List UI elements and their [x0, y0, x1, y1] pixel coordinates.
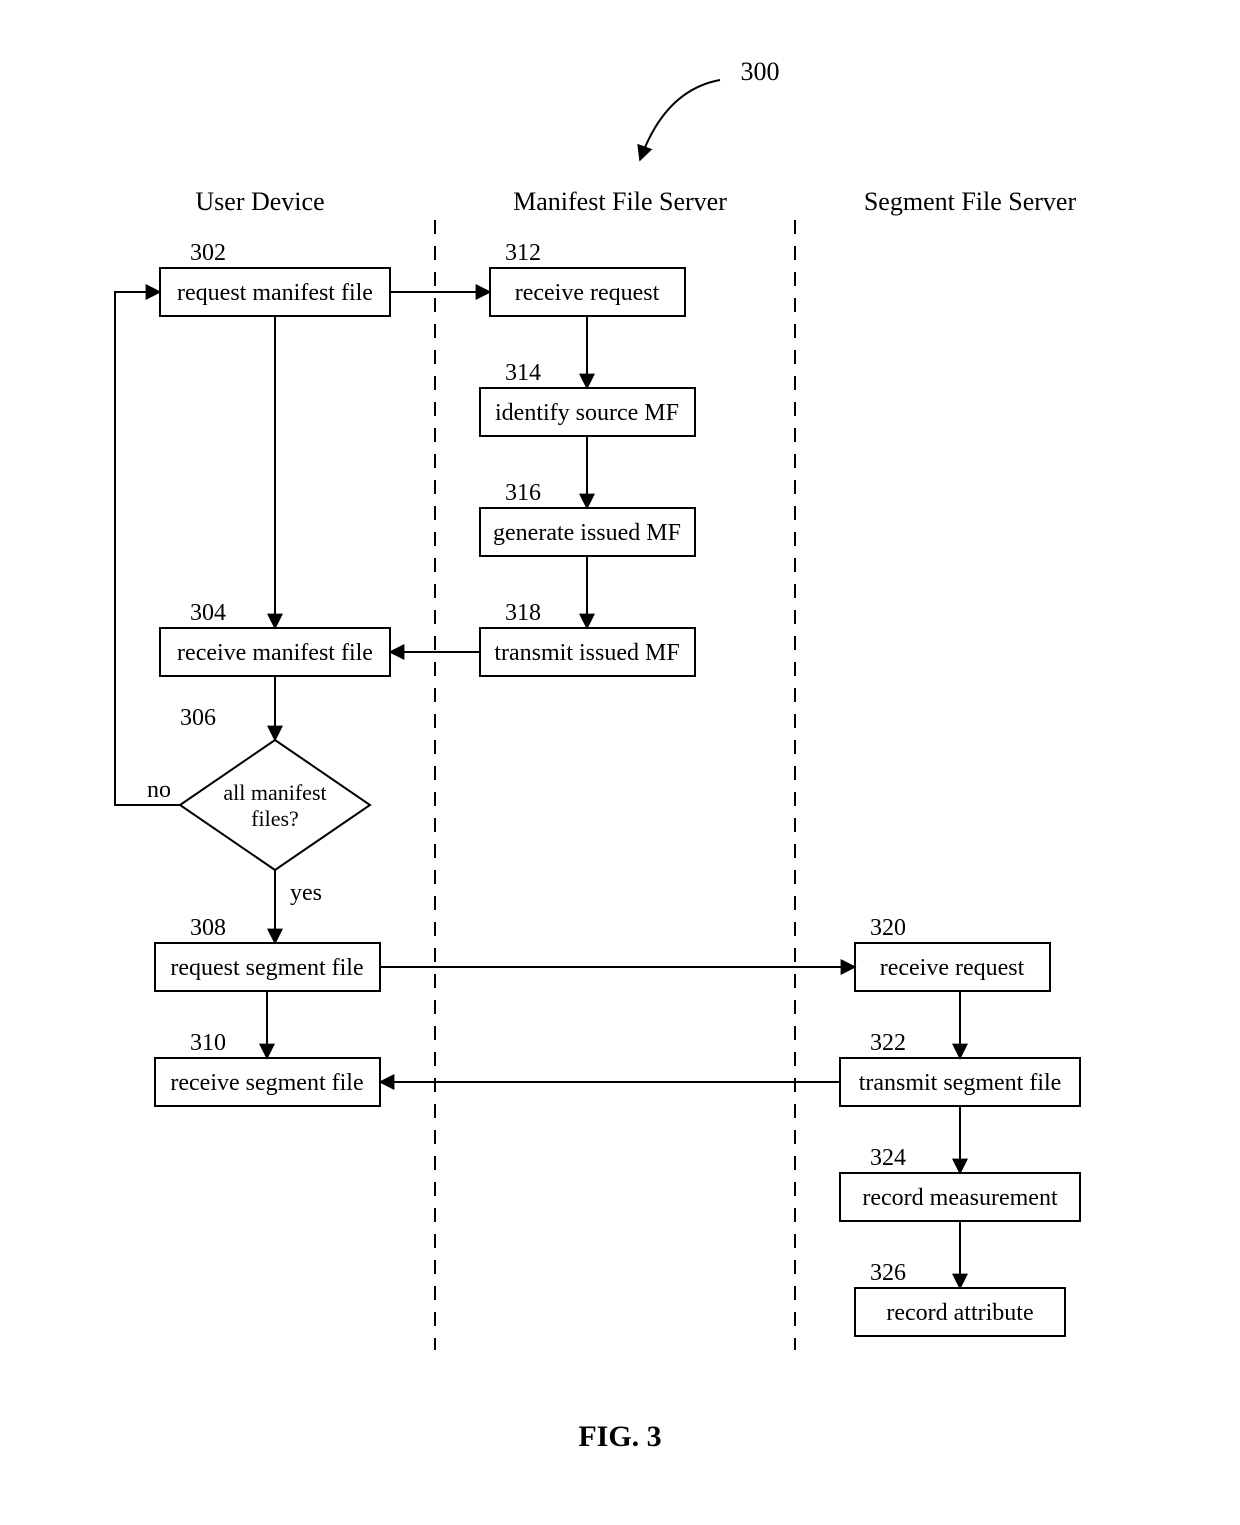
- node-label-310: receive segment file: [170, 1070, 363, 1096]
- lane-header-mfs: Manifest File Server: [513, 187, 727, 216]
- node-label-322: transmit segment file: [859, 1070, 1062, 1096]
- node-label-316: generate issued MF: [493, 520, 681, 546]
- node-num-302: 302: [190, 240, 226, 266]
- node-num-320: 320: [870, 915, 906, 941]
- node-label-306-line1: all manifest: [223, 780, 326, 805]
- node-label-324: record measurement: [862, 1185, 1058, 1211]
- node-num-310: 310: [190, 1030, 226, 1056]
- node-num-304: 304: [190, 600, 226, 626]
- node-label-302: request manifest file: [177, 280, 373, 306]
- node-num-324: 324: [870, 1145, 906, 1171]
- node-label-312: receive request: [515, 280, 660, 306]
- node-num-316: 316: [505, 480, 541, 506]
- node-label-306-line2: files?: [251, 806, 299, 831]
- node-label-318: transmit issued MF: [494, 640, 679, 666]
- node-label-308: request segment file: [170, 955, 363, 981]
- node-label-326: record attribute: [886, 1300, 1033, 1326]
- edge-label-no: no: [147, 777, 171, 803]
- node-label-320: receive request: [880, 955, 1025, 981]
- lane-header-user: User Device: [195, 187, 324, 216]
- node-num-322: 322: [870, 1030, 906, 1056]
- figure-caption: FIG. 3: [0, 1420, 1240, 1454]
- node-306: [180, 740, 370, 870]
- node-num-306: 306: [180, 705, 216, 731]
- figure-number: 300: [741, 57, 780, 86]
- node-num-314: 314: [505, 360, 541, 386]
- node-label-314: identify source MF: [495, 400, 679, 426]
- node-num-318: 318: [505, 600, 541, 626]
- lane-header-sfs: Segment File Server: [864, 187, 1077, 216]
- node-num-326: 326: [870, 1260, 906, 1286]
- node-num-308: 308: [190, 915, 226, 941]
- node-num-312: 312: [505, 240, 541, 266]
- node-label-304: receive manifest file: [177, 640, 373, 666]
- edge-label-yes: yes: [290, 880, 322, 906]
- edge-306-302: [115, 292, 180, 805]
